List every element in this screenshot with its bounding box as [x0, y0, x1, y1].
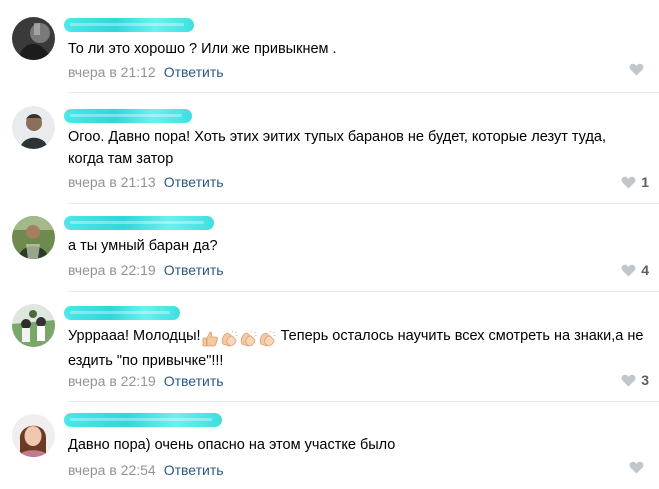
comment-item: Давно пора) очень опасно на этом участке…: [0, 0, 659, 489]
comment-meta: вчера в 22:54 Ответить: [68, 461, 224, 479]
comment-date[interactable]: вчера в 22:54: [68, 462, 156, 478]
heart-icon: [629, 461, 644, 474]
reply-link[interactable]: Ответить: [164, 462, 224, 478]
comment-text: Давно пора) очень опасно на этом участке…: [68, 437, 396, 453]
comments-feed: То ли это хорошо ? Или же привыкнем . вч…: [0, 0, 659, 489]
like-button[interactable]: [629, 461, 649, 474]
author-name-redacted: [64, 413, 222, 427]
avatar[interactable]: [12, 414, 55, 457]
